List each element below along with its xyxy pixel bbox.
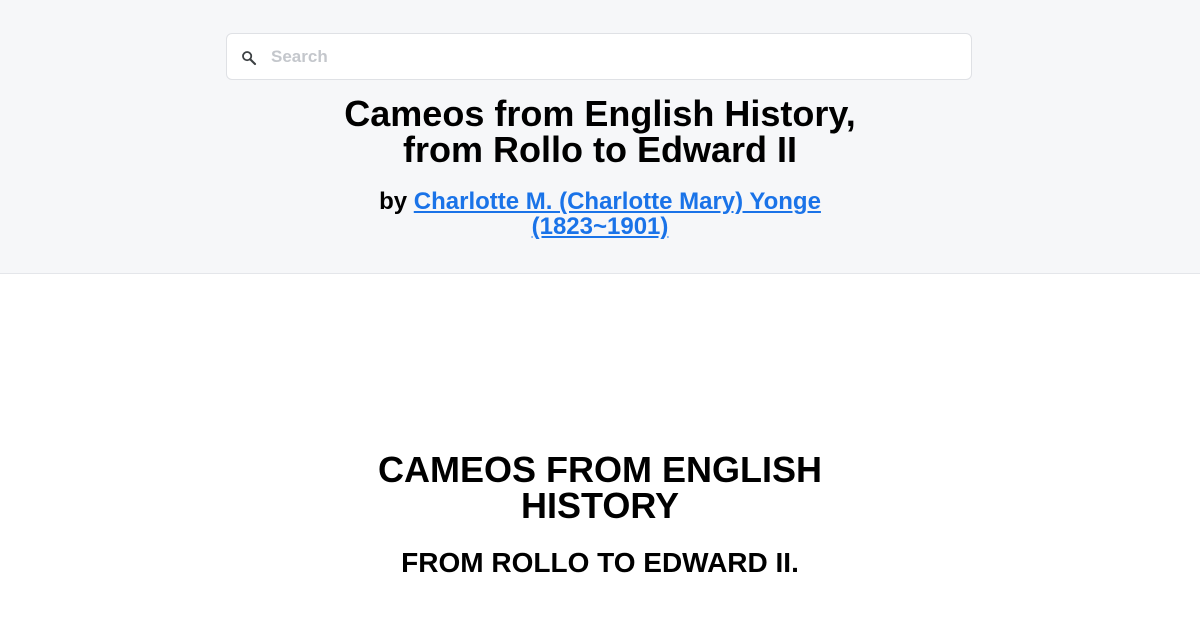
book-title-line-1: Cameos from English History, bbox=[344, 93, 856, 134]
search-input[interactable] bbox=[271, 34, 961, 79]
search-box[interactable] bbox=[226, 33, 972, 80]
search-icon bbox=[240, 49, 258, 67]
by-label: by bbox=[379, 188, 408, 215]
book-title: Cameos from English History, from Rollo t… bbox=[300, 96, 900, 168]
author-name: Charlotte M. (Charlotte Mary) Yonge bbox=[413, 188, 821, 215]
page-header: Cameos from English History,from Rollo t… bbox=[0, 0, 1200, 274]
content-title: CAMEOS FROM ENGLISH HISTORY bbox=[300, 452, 900, 524]
author-byline: by Charlotte M. (Charlotte Mary) Yonge (1… bbox=[300, 189, 900, 239]
author-link[interactable]: Charlotte M. (Charlotte Mary) Yonge (1823… bbox=[414, 188, 821, 240]
content-subtitle: FROM ROLLO TO EDWARD II. bbox=[401, 547, 799, 578]
content-title-line-2: HISTORY bbox=[520, 485, 680, 526]
author-lifespan: (1823~1901) bbox=[531, 213, 669, 240]
content-title-line-1: CAMEOS FROM ENGLISH bbox=[377, 449, 822, 490]
book-title-line-2: from Rollo to Edward II bbox=[403, 129, 797, 170]
